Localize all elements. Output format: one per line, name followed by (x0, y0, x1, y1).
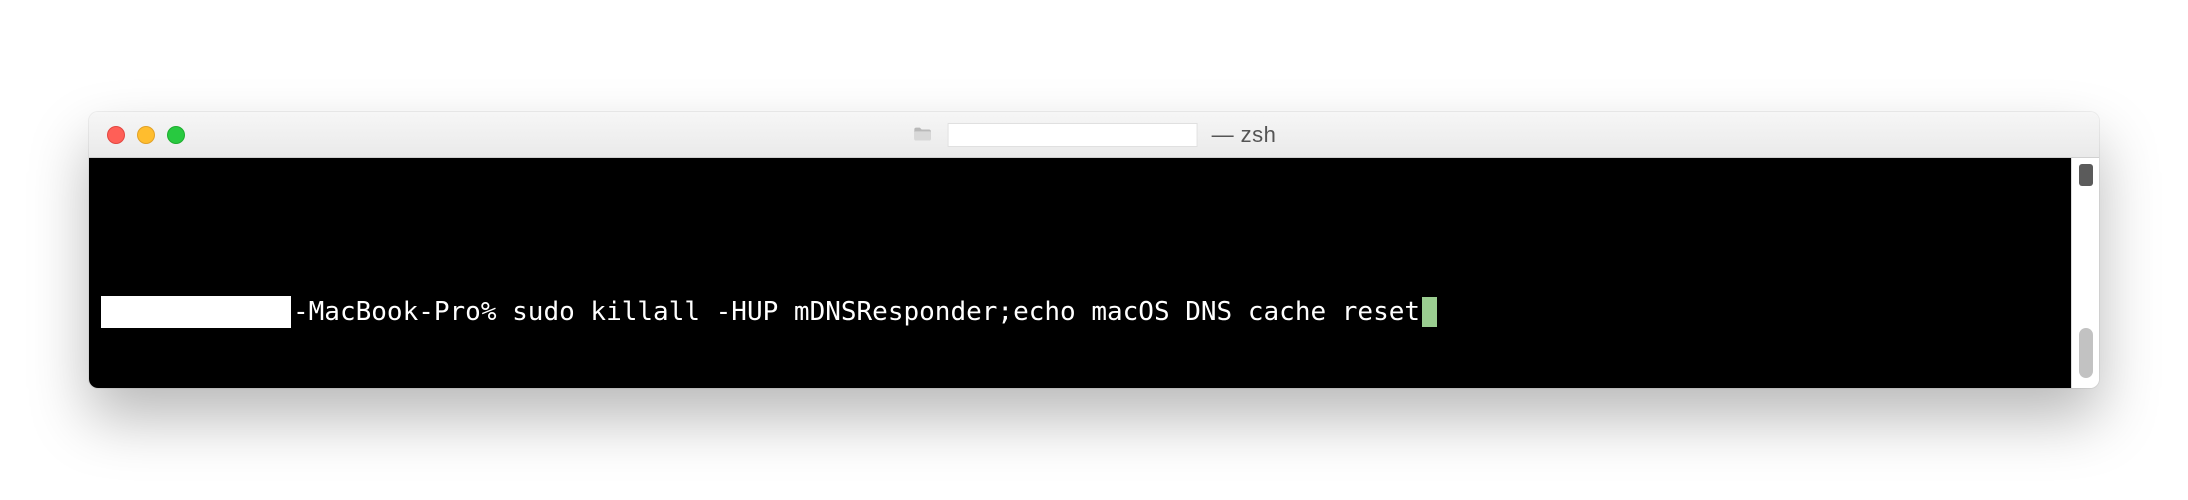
scrollbar-track[interactable] (2071, 158, 2099, 388)
title-suffix: — zsh (1212, 122, 1277, 148)
prompt-username-redacted (101, 296, 291, 328)
zoom-button[interactable] (167, 126, 185, 144)
prompt-line: -MacBook-Pro% sudo killall -HUP mDNSResp… (101, 296, 1437, 328)
title-username-redacted (948, 123, 1198, 147)
minimize-button[interactable] (137, 126, 155, 144)
command-text: sudo killall -HUP mDNSResponder;echo mac… (512, 297, 1420, 327)
traffic-lights (107, 126, 185, 144)
terminal-window: — zsh -MacBook-Pro% sudo killall -HUP mD… (89, 112, 2099, 388)
close-button[interactable] (107, 126, 125, 144)
titlebar[interactable]: — zsh (89, 112, 2099, 158)
scrollbar-top-marker (2079, 164, 2093, 186)
scrollbar-thumb[interactable] (2079, 328, 2093, 378)
folder-icon (912, 124, 934, 146)
terminal-body-wrap: -MacBook-Pro% sudo killall -HUP mDNSResp… (89, 158, 2099, 388)
prompt-host: -MacBook-Pro% (293, 297, 512, 327)
window-title: — zsh (912, 122, 1277, 148)
terminal-body[interactable]: -MacBook-Pro% sudo killall -HUP mDNSResp… (89, 158, 2071, 388)
cursor (1422, 297, 1437, 327)
